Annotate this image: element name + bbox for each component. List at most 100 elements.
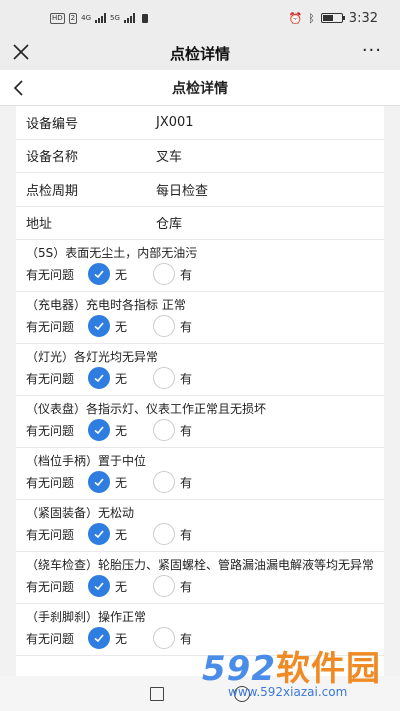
page-nav-bar: 点检详情 [0, 70, 400, 106]
check-icon [94, 322, 104, 331]
radio-no[interactable] [88, 419, 110, 441]
sim-card-icon [141, 13, 148, 23]
recent-apps-icon[interactable] [150, 686, 164, 701]
check-icon [94, 426, 104, 435]
page-title: 点检详情 [172, 80, 228, 97]
radio-no[interactable] [88, 471, 110, 493]
check-icon [94, 530, 104, 539]
option-yes-label: 有 [180, 371, 193, 386]
check-item-title: （紧固装备）无松动 [26, 506, 135, 520]
device-info: 设备编号 JX001 设备名称 叉车 点检周期 每日检查 地址 仓库 [16, 106, 384, 240]
check-icon [94, 634, 104, 643]
question-label: 有无问题 [26, 631, 75, 646]
check-item-options: 有无问题 无 有 [16, 419, 384, 441]
check-item-title: （手刹脚刹）操作正常 [26, 610, 147, 624]
radio-no[interactable] [88, 263, 110, 285]
wechat-title: 点检详情 [169, 44, 230, 63]
check-item-title: （充电器）充电时各指标 正常 [26, 298, 186, 312]
watermark-url: www.592xiazai.com [228, 685, 348, 699]
check-items-list: （5S）表面无尘土，内部无油污 有无问题 无 有 （充电器）充电时各指标 正常 … [16, 240, 384, 656]
info-row-address: 地址 仓库 [16, 207, 384, 240]
status-left: HD 2 4G 5G [50, 12, 148, 24]
check-item: （充电器）充电时各指标 正常 有无问题 无 有 [16, 292, 384, 344]
option-no-label: 无 [115, 267, 128, 282]
radio-yes[interactable] [153, 471, 176, 493]
check-item: （灯光）各灯光均无异常 有无问题 无 有 [16, 344, 384, 396]
question-label: 有无问题 [26, 527, 75, 542]
hd-badge: HD [50, 12, 65, 24]
option-no-label: 无 [115, 423, 128, 438]
check-item: （档位手柄）置于中位 有无问题 无 有 [16, 448, 384, 500]
clock: 3:32 [348, 10, 378, 26]
radio-no[interactable] [88, 315, 110, 337]
question-label: 有无问题 [26, 579, 75, 594]
check-item: （绕车检查）轮胎压力、紧固螺栓、管路漏油漏电解液等均无异常 有无问题 无 有 [16, 552, 384, 604]
more-icon[interactable]: ··· [362, 42, 382, 60]
check-item: （紧固装备）无松动 有无问题 无 有 [16, 500, 384, 552]
option-yes-label: 有 [180, 267, 193, 282]
signal-icon [95, 13, 107, 23]
question-label: 有无问题 [26, 267, 75, 282]
network-5g-label: 5G [110, 14, 120, 22]
option-no-label: 无 [115, 475, 128, 490]
question-label: 有无问题 [26, 319, 75, 334]
close-icon[interactable] [12, 43, 30, 61]
option-yes-label: 有 [180, 527, 193, 542]
info-row-cycle: 点检周期 每日检查 [16, 173, 384, 207]
watermark-brand: 592软件园 [202, 641, 381, 690]
question-label: 有无问题 [26, 475, 75, 490]
option-no-label: 无 [115, 579, 128, 594]
radio-yes[interactable] [153, 575, 176, 597]
question-label: 有无问题 [26, 371, 75, 386]
option-yes-label: 有 [180, 423, 193, 438]
bluetooth-icon: ᛒ [308, 11, 315, 25]
radio-yes[interactable] [153, 367, 176, 389]
check-item-options: 有无问题 无 有 [16, 523, 384, 545]
info-label: 点检周期 [26, 183, 79, 199]
radio-no[interactable] [88, 367, 110, 389]
option-no-label: 无 [115, 631, 128, 646]
check-item-title: （灯光）各灯光均无异常 [26, 350, 159, 364]
inspection-detail[interactable]: 设备编号 JX001 设备名称 叉车 点检周期 每日检查 地址 仓库 （5S）表… [16, 106, 384, 676]
check-icon [94, 582, 104, 591]
option-yes-label: 有 [180, 631, 193, 646]
radio-yes[interactable] [153, 419, 176, 441]
info-value: 仓库 [156, 217, 183, 233]
watermark-text: 软件园 [275, 649, 381, 689]
option-no-label: 无 [115, 527, 128, 542]
watermark-logo: 592软件园 www.592xiazai.com [202, 641, 392, 707]
radio-yes[interactable] [153, 523, 176, 545]
check-item-options: 有无问题 无 有 [16, 367, 384, 389]
info-value: 每日检查 [156, 183, 209, 199]
radio-yes[interactable] [153, 263, 176, 285]
alarm-icon: ⏰ [288, 11, 303, 25]
option-yes-label: 有 [180, 579, 193, 594]
info-row-device-code: 设备编号 JX001 [16, 106, 384, 140]
signal-icon-2 [123, 13, 135, 23]
check-item-options: 有无问题 无 有 [16, 263, 384, 285]
info-label: 设备编号 [26, 116, 79, 132]
option-yes-label: 有 [180, 319, 193, 334]
info-label: 设备名称 [26, 150, 79, 166]
check-item: （仪表盘）各指示灯、仪表工作正常且无损坏 有无问题 无 有 [16, 396, 384, 448]
check-item-options: 有无问题 无 有 [16, 315, 384, 337]
check-icon [94, 374, 104, 383]
check-item: （5S）表面无尘土，内部无油污 有无问题 无 有 [16, 240, 384, 292]
check-item-title: （仪表盘）各指示灯、仪表工作正常且无损坏 [26, 402, 267, 416]
option-no-label: 无 [115, 319, 128, 334]
radio-no[interactable] [88, 523, 110, 545]
info-row-device-name: 设备名称 叉车 [16, 140, 384, 173]
check-item-title: （档位手柄）置于中位 [26, 454, 147, 468]
status-right: ⏰ ᛒ 3:32 [288, 11, 378, 26]
radio-yes[interactable] [153, 627, 176, 649]
back-arrow-icon[interactable] [12, 79, 26, 97]
check-item-title: （5S）表面无尘土，内部无油污 [26, 246, 198, 260]
check-item-options: 有无问题 无 有 [16, 471, 384, 493]
question-label: 有无问题 [26, 423, 75, 438]
radio-no[interactable] [88, 575, 110, 597]
wechat-title-bar: 点检详情 ··· [0, 36, 400, 70]
network-4g-label: 4G [81, 14, 92, 22]
radio-no[interactable] [88, 627, 110, 649]
radio-yes[interactable] [153, 315, 176, 337]
check-icon [94, 270, 104, 279]
